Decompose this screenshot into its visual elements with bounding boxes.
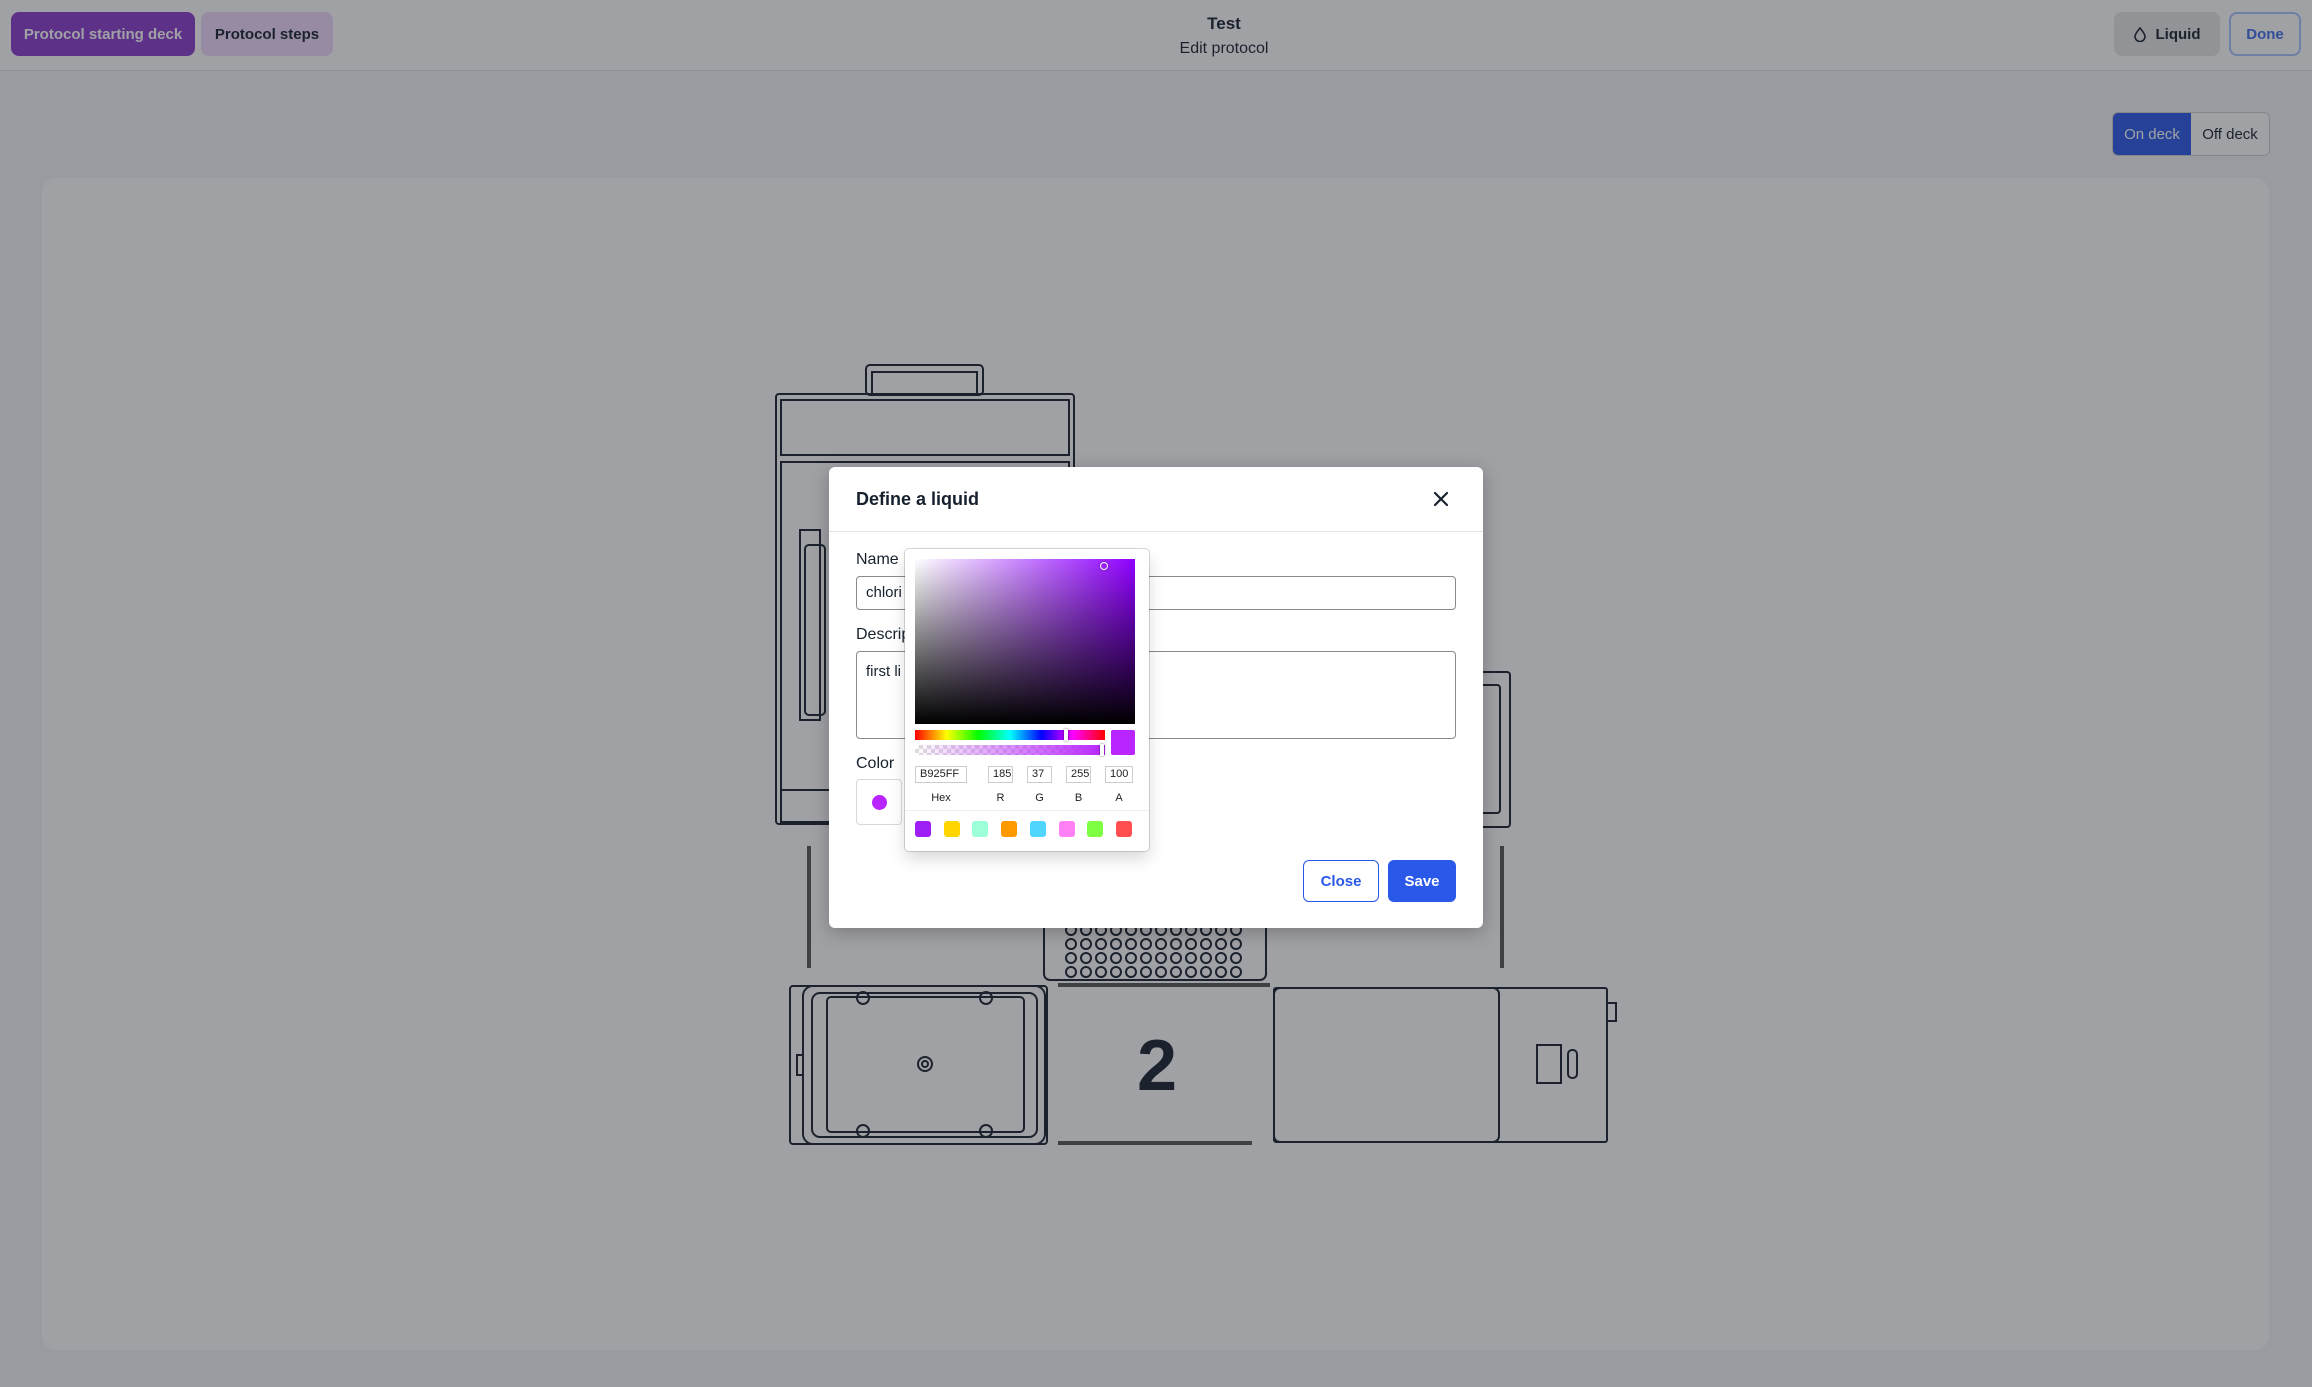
preset-color-swatch[interactable] <box>1087 821 1104 837</box>
saturation-handle[interactable] <box>1100 562 1108 570</box>
preset-color-swatch[interactable] <box>1001 821 1018 837</box>
hue-slider[interactable] <box>915 729 1105 741</box>
red-input[interactable]: 185 <box>988 766 1013 783</box>
description-label: Descrip <box>856 626 911 643</box>
alpha-label: A <box>1115 792 1123 804</box>
saturation-area[interactable] <box>915 559 1135 724</box>
name-label: Name <box>856 551 899 568</box>
dialog-title: Define a liquid <box>856 489 980 509</box>
alpha-slider[interactable] <box>915 744 1105 756</box>
preset-color-swatch[interactable] <box>972 821 989 837</box>
preset-color-swatch[interactable] <box>1058 821 1075 837</box>
preset-color-swatch[interactable] <box>1115 821 1132 837</box>
preset-color-swatch[interactable] <box>943 821 960 837</box>
color-preview <box>1111 730 1135 755</box>
hex-input[interactable]: B925FF <box>915 766 967 783</box>
dialog-header: Define a liquid <box>829 467 1483 532</box>
selected-color-dot <box>872 795 887 810</box>
close-button[interactable]: Close <box>1303 860 1379 902</box>
alpha-handle[interactable] <box>1100 744 1104 756</box>
preset-color-swatch[interactable] <box>915 821 931 837</box>
preset-color-swatch[interactable] <box>1029 821 1046 837</box>
save-button[interactable]: Save <box>1388 860 1456 902</box>
green-label: G <box>1035 792 1044 804</box>
picker-divider <box>905 810 1149 811</box>
blue-input[interactable]: 255 <box>1066 766 1091 783</box>
color-swatch-button[interactable] <box>856 779 902 825</box>
color-label: Color <box>856 755 895 772</box>
close-icon[interactable] <box>1431 489 1451 509</box>
hue-handle[interactable] <box>1064 729 1068 741</box>
blue-label: B <box>1074 792 1083 804</box>
alpha-input[interactable]: 100 <box>1105 766 1133 783</box>
color-picker-popover: B925FF 185 37 255 100 Hex R G B A <box>905 549 1149 851</box>
hex-label: Hex <box>931 792 951 804</box>
green-input[interactable]: 37 <box>1027 766 1052 783</box>
red-label: R <box>996 792 1005 804</box>
